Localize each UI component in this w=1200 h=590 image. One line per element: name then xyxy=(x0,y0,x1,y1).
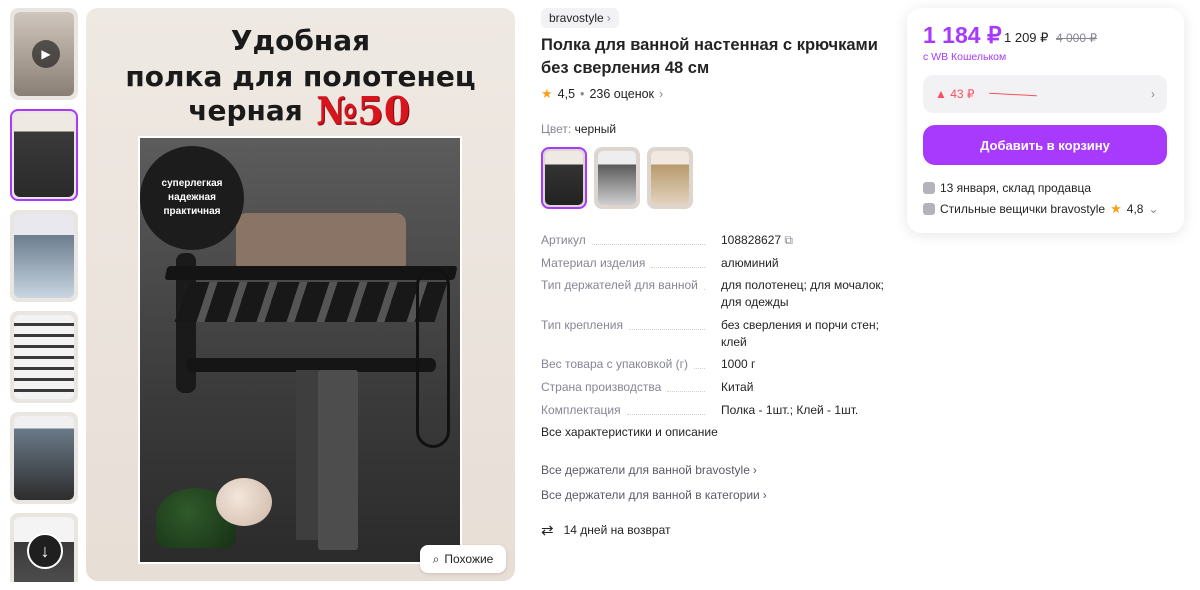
shell-shape xyxy=(216,478,272,526)
spec-key: Тип крепления xyxy=(541,318,623,332)
badge-line-1: суперлегкая xyxy=(161,178,223,189)
category-holders-label: Все держатели для ванной в категории xyxy=(541,488,760,502)
brand-holders-label: Все держатели для ванной bravostyle xyxy=(541,463,750,477)
poster-line-1: Удобная xyxy=(230,24,371,57)
thumbnail-strip: ▶ xyxy=(8,8,80,582)
chevron-right-icon: › xyxy=(1151,87,1155,101)
similar-label: Похожие xyxy=(444,552,494,566)
spec-key: Артикул xyxy=(541,233,586,247)
badge-line-3: практичная xyxy=(163,206,221,217)
chevron-right-icon: › xyxy=(606,11,611,25)
thumbnail-image-4[interactable] xyxy=(10,412,78,504)
spec-key: Вес товара с упаковкой (г) xyxy=(541,357,689,371)
brand-link[interactable]: bravostyle › xyxy=(541,8,619,28)
spec-value: алюминий xyxy=(721,256,779,270)
rating-row[interactable]: ★ 4,5 • 236 оценок › xyxy=(541,86,663,102)
poster-line-3: черная xyxy=(188,94,303,127)
reviews-count: 236 оценок xyxy=(589,87,655,101)
dot-separator: • xyxy=(580,87,585,101)
price-old: 4 000 ₽ xyxy=(1056,31,1097,45)
play-icon: ▶ xyxy=(32,40,60,68)
delivery-info: 13 января, склад продавца xyxy=(923,181,1091,195)
price-trend-line xyxy=(988,92,1037,96)
delivery-label: 13 января, склад продавца xyxy=(940,181,1092,195)
category-holders-link[interactable]: Все держатели для ванной в категории › xyxy=(541,488,767,502)
wallet-note: с WB Кошельком xyxy=(923,51,1007,63)
chevron-right-icon: › xyxy=(752,463,757,477)
chevron-right-icon: › xyxy=(762,488,767,502)
product-title: Полка для ванной настенная с крючками бе… xyxy=(541,36,878,77)
brand-name: bravostyle xyxy=(549,11,604,25)
spec-value: Полка - 1шт.; Клей - 1шт. xyxy=(721,403,859,417)
hanging-towel-shape-2 xyxy=(318,370,358,550)
similar-search-icon: ⌕ xyxy=(432,551,440,566)
price-current: 1 184 ₽ xyxy=(923,22,1002,48)
rack-slats-shape xyxy=(174,282,448,322)
similar-button[interactable]: ⌕ Похожие xyxy=(420,545,506,573)
spec-key: Материал изделия xyxy=(541,256,646,270)
all-specs-link[interactable]: Все характеристики и описание xyxy=(541,425,718,439)
price-drop-label: ▲ 43 ₽ xyxy=(935,87,975,101)
chevron-right-icon: › xyxy=(659,87,664,101)
star-icon: ★ xyxy=(541,86,553,101)
color-label-value: черный xyxy=(574,122,617,136)
spec-value: 108828627 xyxy=(721,233,782,247)
seller-name: Стильные вещички bravostyle xyxy=(940,202,1106,216)
spec-key: Тип держателей для ванной xyxy=(541,278,698,292)
rack-top-shape xyxy=(164,266,458,280)
shop-icon xyxy=(923,203,935,215)
color-swatch-2[interactable] xyxy=(594,147,640,209)
return-label: 14 дней на возврат xyxy=(563,523,671,537)
star-icon: ★ xyxy=(1110,201,1122,216)
spec-key: Страна производства xyxy=(541,380,662,394)
rating-value: 4,5 xyxy=(557,87,576,101)
seller-rating: 4,8 xyxy=(1126,202,1144,216)
price-regular: 1 209 ₽ xyxy=(1004,30,1049,45)
color-label: Цвет: черный xyxy=(541,122,616,136)
chevron-down-icon: ⌄ xyxy=(1148,202,1159,216)
poster-number: №50 xyxy=(316,88,411,133)
color-swatch-black[interactable] xyxy=(541,147,587,209)
brand-holders-link[interactable]: Все держатели для ванной bravostyle › xyxy=(541,463,757,477)
mirror-shape xyxy=(416,268,450,448)
towel-shape xyxy=(236,213,406,268)
poster-line-2: полка для полотенец xyxy=(125,60,476,93)
spec-value: 1000 г xyxy=(721,357,756,371)
color-swatch-3[interactable] xyxy=(647,147,693,209)
badge-line-2: надежная xyxy=(168,192,216,203)
seller-info[interactable]: Стильные вещички bravostyle ★ 4,8 ⌄ xyxy=(923,201,1159,217)
poster-badge: суперлегкая надежная практичная xyxy=(144,150,240,246)
thumbnail-video[interactable]: ▶ xyxy=(10,8,78,100)
thumbnail-image-3[interactable] xyxy=(10,311,78,403)
spec-value: для полотенец; для мочалок; для одежды xyxy=(721,278,884,309)
main-product-image[interactable]: Удобная полка для полотенец черная №50 с… xyxy=(86,8,515,581)
color-label-key: Цвет: xyxy=(541,122,572,136)
spec-value: Китай xyxy=(721,380,754,394)
spec-key: Комплектация xyxy=(541,403,621,417)
thumbnail-image-1[interactable] xyxy=(10,109,78,201)
return-icon: ⇄ xyxy=(541,522,554,539)
box-icon xyxy=(923,182,935,194)
add-to-cart-button[interactable]: Добавить в корзину xyxy=(923,125,1167,165)
price-history-button[interactable]: ▲ 43 ₽ › xyxy=(923,75,1167,113)
copy-icon[interactable]: ⧉ xyxy=(784,233,793,247)
price-card: 1 184 ₽ 1 209 ₽ 4 000 ₽ с WB Кошельком ▲… xyxy=(907,8,1184,233)
spec-value: без сверления и порчи стен; клей xyxy=(721,318,879,349)
arrow-down-icon[interactable]: ↓ xyxy=(27,533,63,569)
thumbnail-image-2[interactable] xyxy=(10,210,78,302)
return-info: ⇄ 14 дней на возврат xyxy=(541,521,670,539)
